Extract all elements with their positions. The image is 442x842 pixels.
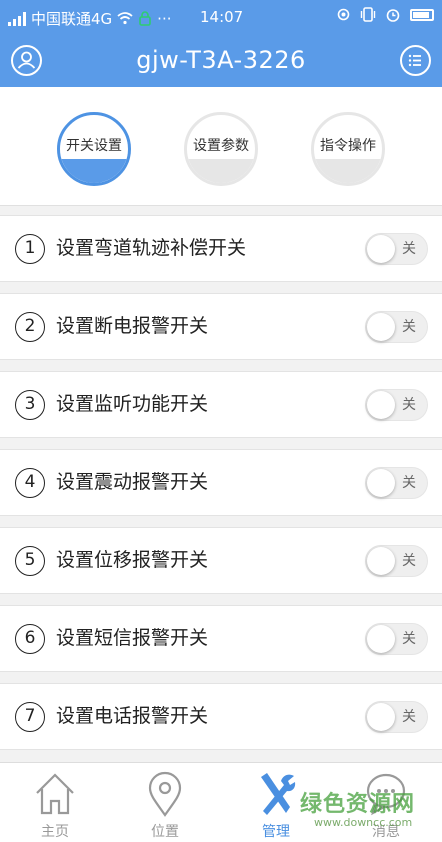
list-menu-icon: [408, 54, 421, 67]
home-icon: [36, 773, 74, 815]
toggle-state: 关: [402, 475, 416, 491]
tab-label: 开关设置: [66, 138, 122, 154]
setting-number: 4: [15, 468, 45, 498]
nav-label: 主页: [41, 824, 69, 840]
location-target-icon: [337, 8, 350, 21]
setting-label: 设置弯道轨迹补偿开关: [56, 237, 247, 259]
toggle-knob: [367, 547, 395, 575]
toggle-knob: [367, 235, 395, 263]
setting-label: 设置断电报警开关: [56, 315, 209, 337]
setting-label: 设置短信报警开关: [56, 627, 209, 649]
more-dots: ···: [157, 9, 172, 28]
vibrate-icon: [360, 7, 376, 22]
battery-icon: [410, 8, 434, 21]
toggle-knob: [367, 625, 395, 653]
setting-row-curve-compensation: 1 设置弯道轨迹补偿开关 关: [0, 215, 442, 282]
setting-label: 设置位移报警开关: [56, 549, 209, 571]
toggle-state: 关: [402, 397, 416, 413]
toggle-state: 关: [402, 319, 416, 335]
curve-compensation-toggle[interactable]: 关: [365, 233, 428, 265]
tab-command-operations[interactable]: 指令操作: [311, 112, 385, 186]
nav-label: 位置: [151, 824, 179, 840]
setting-number: 6: [15, 624, 45, 654]
nav-manage[interactable]: 管理: [221, 763, 331, 842]
alarm-lock-icon: [139, 11, 151, 26]
status-bar: 中国联通4G ··· 14:07: [0, 0, 442, 34]
toggle-knob: [367, 703, 395, 731]
toggle-knob: [367, 469, 395, 497]
phone-alarm-toggle[interactable]: 关: [365, 701, 428, 733]
nav-label: 管理: [262, 824, 290, 840]
tab-label: 设置参数: [193, 138, 249, 154]
location-pin-icon: [148, 771, 182, 817]
bottom-tab-bar: 主页 位置 管理 消息: [0, 762, 442, 842]
setting-label: 设置监听功能开关: [56, 393, 209, 415]
nav-messages[interactable]: 消息: [331, 763, 441, 842]
toggle-state: 关: [402, 631, 416, 647]
app-header: gjw-T3A-3226: [0, 34, 442, 87]
toggle-state: 关: [402, 709, 416, 725]
tab-switch-settings[interactable]: 开关设置: [57, 112, 131, 186]
monitoring-toggle[interactable]: 关: [365, 389, 428, 421]
chat-bubble-icon: [366, 773, 406, 816]
setting-label: 设置震动报警开关: [56, 471, 209, 493]
tab-indicator: [314, 159, 382, 183]
switch-settings-list: 1 设置弯道轨迹补偿开关 关 2 设置断电报警开关 关 3 设置监听功能开关 关…: [0, 215, 442, 761]
setting-row-displacement-alarm: 5 设置位移报警开关 关: [0, 527, 442, 594]
wifi-icon: [117, 12, 133, 25]
tab-set-parameters[interactable]: 设置参数: [184, 112, 258, 186]
setting-number: 3: [15, 390, 45, 420]
setting-number: 5: [15, 546, 45, 576]
toggle-state: 关: [402, 241, 416, 257]
setting-number: 1: [15, 234, 45, 264]
setting-row-monitoring: 3 设置监听功能开关 关: [0, 371, 442, 438]
settings-tabs: 开关设置 设置参数 指令操作: [0, 87, 442, 206]
vibration-alarm-toggle[interactable]: 关: [365, 467, 428, 499]
signal-icon: [8, 11, 26, 26]
displacement-alarm-toggle[interactable]: 关: [365, 545, 428, 577]
toggle-knob: [367, 391, 395, 419]
menu-button[interactable]: [400, 45, 431, 76]
setting-label: 设置电话报警开关: [56, 705, 209, 727]
sms-alarm-toggle[interactable]: 关: [365, 623, 428, 655]
power-off-alarm-toggle[interactable]: 关: [365, 311, 428, 343]
toggle-knob: [367, 313, 395, 341]
tab-indicator: [187, 159, 255, 183]
toggle-state: 关: [402, 553, 416, 569]
setting-row-vibration-alarm: 4 设置震动报警开关 关: [0, 449, 442, 516]
setting-row-sms-alarm: 6 设置短信报警开关 关: [0, 605, 442, 672]
tab-label: 指令操作: [320, 138, 376, 154]
setting-row-power-off-alarm: 2 设置断电报警开关 关: [0, 293, 442, 360]
alarm-clock-icon: [386, 9, 400, 22]
nav-home[interactable]: 主页: [0, 763, 110, 842]
setting-number: 7: [15, 702, 45, 732]
nav-label: 消息: [372, 824, 400, 840]
setting-number: 2: [15, 312, 45, 342]
nav-location[interactable]: 位置: [110, 763, 220, 842]
tools-icon: [261, 773, 296, 815]
tab-indicator: [60, 159, 128, 183]
setting-row-phone-alarm: 7 设置电话报警开关 关: [0, 683, 442, 750]
clock: 14:07: [200, 8, 244, 26]
page-title: gjw-T3A-3226: [136, 46, 306, 74]
carrier-label: 中国联通4G: [31, 10, 113, 28]
